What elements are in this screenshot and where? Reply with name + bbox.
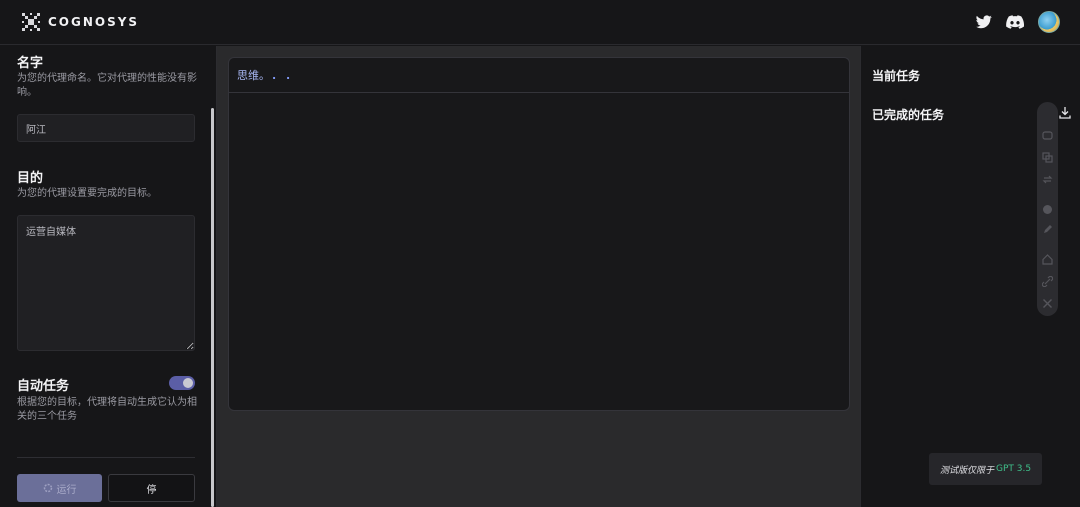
run-button[interactable]: 运行 bbox=[17, 474, 102, 502]
brand-logo[interactable]: COGNOSYS bbox=[20, 11, 139, 33]
agent-name-input[interactable] bbox=[17, 114, 195, 142]
discord-icon[interactable] bbox=[1006, 15, 1024, 29]
current-tasks-title: 当前任务 bbox=[872, 69, 921, 83]
sidebar-scrollbar[interactable] bbox=[211, 108, 214, 507]
task-sidebar: 当前任务 已完成的任务 测试版仅限于 GPT 3.5 bbox=[861, 46, 1080, 507]
stop-button[interactable]: 停 bbox=[108, 474, 195, 502]
auto-task-description: 根据您的目标，代理将自动生成它认为相关的三个任务 bbox=[17, 397, 197, 422]
auto-task-title: 自动任务 bbox=[17, 379, 70, 394]
twitter-icon[interactable] bbox=[976, 15, 992, 29]
repeat-icon[interactable] bbox=[1042, 174, 1053, 185]
check-circle-icon[interactable] bbox=[1042, 204, 1053, 215]
beta-notice-model: GPT 3.5 bbox=[995, 464, 1032, 474]
gear-icon bbox=[43, 483, 52, 493]
name-section-description: 为您的代理命名。它对代理的性能没有影响。 bbox=[17, 73, 197, 98]
beta-notice-text: 测试版仅限于 bbox=[939, 465, 994, 476]
home-icon[interactable] bbox=[1042, 254, 1053, 265]
run-button-label: 运行 bbox=[56, 484, 77, 496]
completed-tasks-title: 已完成的任务 bbox=[872, 108, 945, 122]
thinking-dots: . . bbox=[272, 68, 294, 82]
goal-section-description: 为您的代理设置要完成的目标。 bbox=[17, 188, 157, 199]
name-section-title: 名字 bbox=[17, 56, 44, 71]
header-actions bbox=[976, 11, 1060, 33]
top-bar: COGNOSYS bbox=[0, 0, 1080, 45]
close-icon[interactable] bbox=[1042, 298, 1053, 309]
thinking-status: 思维。 . . bbox=[229, 58, 849, 93]
pencil-icon[interactable] bbox=[1042, 224, 1053, 235]
main-workspace: 思维。 . . bbox=[216, 46, 861, 507]
thinking-label: 思维。 bbox=[237, 69, 270, 82]
auto-task-toggle[interactable] bbox=[169, 376, 195, 390]
link-icon[interactable] bbox=[1042, 276, 1053, 287]
floating-toolbar bbox=[1037, 102, 1058, 316]
avatar[interactable] bbox=[1038, 11, 1060, 33]
chat-icon[interactable] bbox=[1042, 130, 1053, 141]
stop-button-label: 停 bbox=[146, 484, 157, 496]
goal-section-title: 目的 bbox=[17, 171, 44, 186]
divider bbox=[17, 457, 195, 458]
agent-goal-textarea[interactable]: 运营自媒体 bbox=[17, 215, 195, 351]
agent-settings-sidebar: 名字 为您的代理命名。它对代理的性能没有影响。 目的 为您的代理设置要完成的目标… bbox=[0, 46, 216, 507]
beta-notice-toast: 测试版仅限于 GPT 3.5 bbox=[929, 453, 1042, 485]
logo-mark-icon bbox=[22, 13, 40, 31]
brand-name: COGNOSYS bbox=[48, 15, 140, 29]
download-icon[interactable] bbox=[1059, 106, 1071, 119]
agent-output-panel: 思维。 . . bbox=[228, 57, 850, 411]
copy-icon[interactable] bbox=[1042, 152, 1053, 163]
